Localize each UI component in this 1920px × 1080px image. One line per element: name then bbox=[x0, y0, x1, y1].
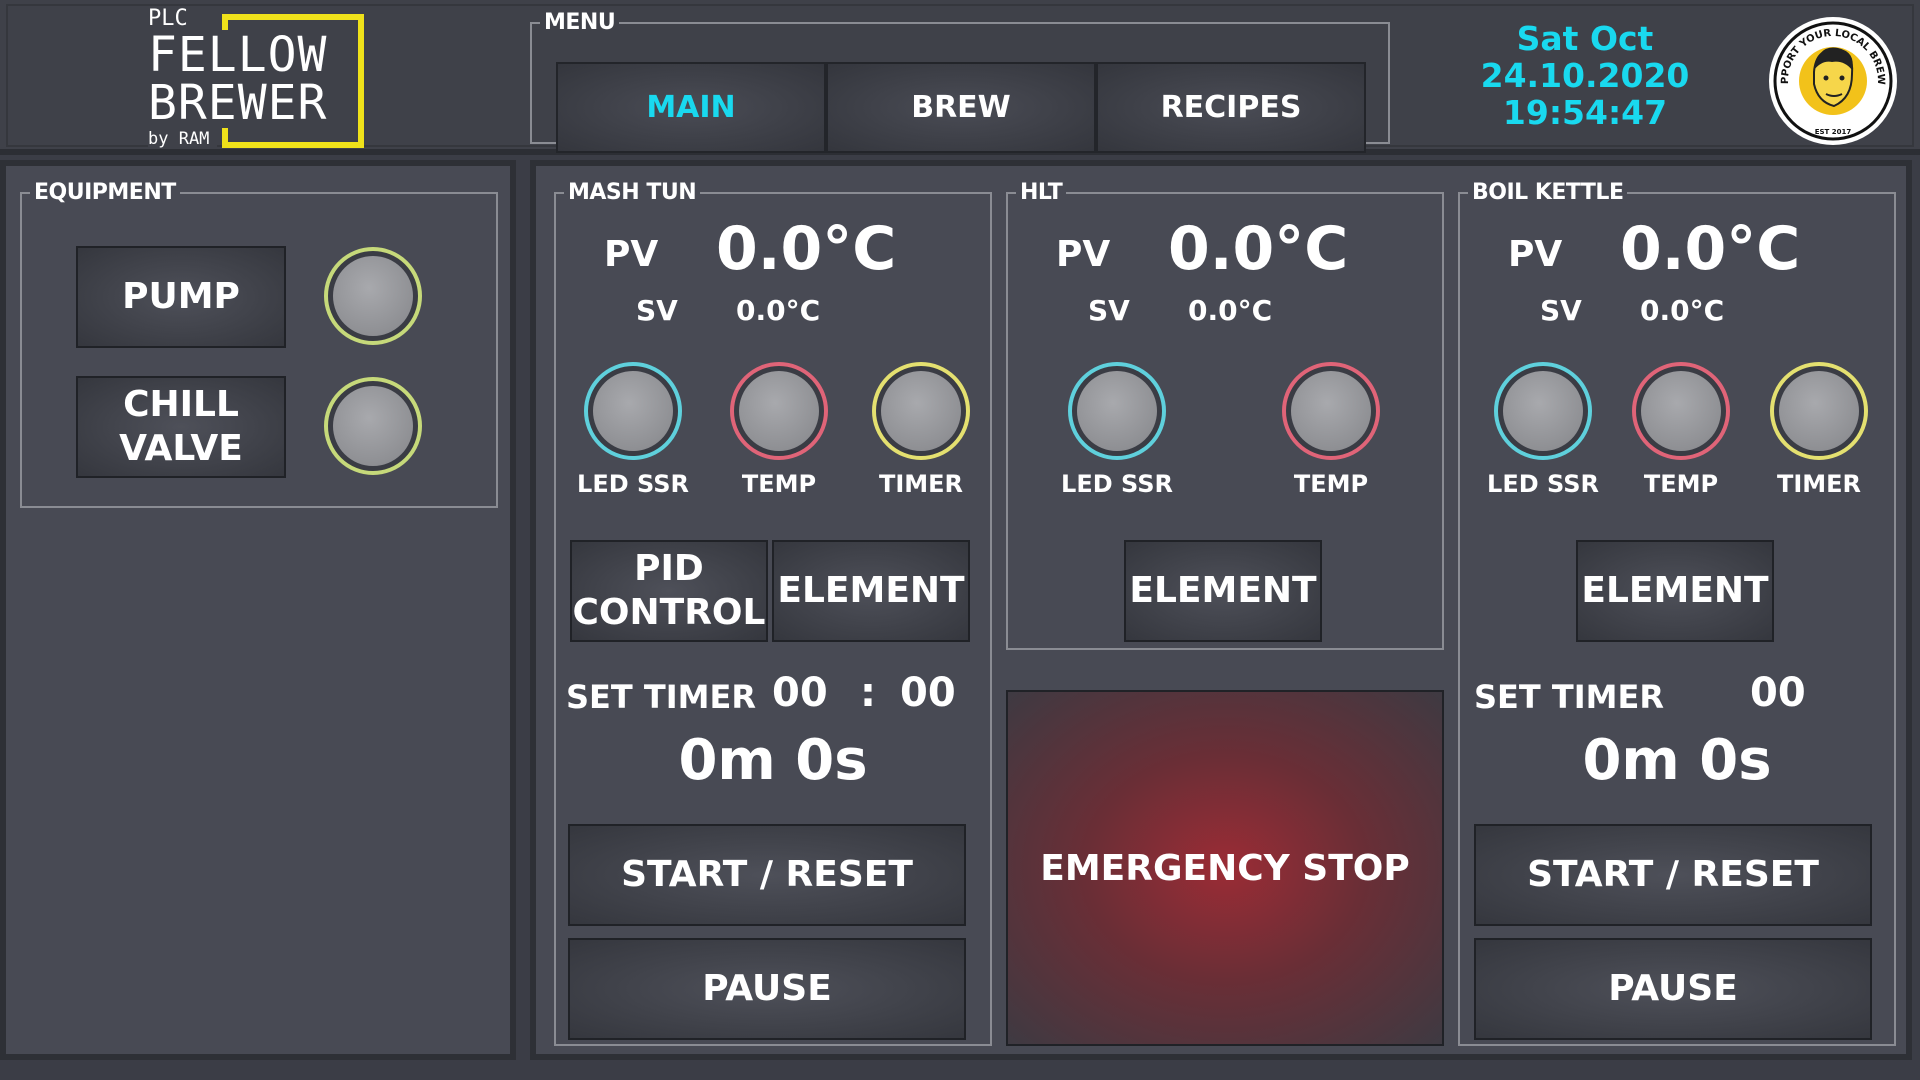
hlt-led-ssr-label: LED SSR bbox=[1061, 470, 1173, 498]
boil-element-button[interactable]: ELEMENT bbox=[1576, 540, 1774, 642]
hlt-pv-label: PV bbox=[1056, 234, 1111, 275]
mash-led-ssr-indicator bbox=[584, 362, 682, 460]
clock-day: Sat Oct bbox=[1516, 19, 1654, 58]
badge-est: EST 2017 bbox=[1815, 128, 1852, 136]
logo-line-brewer: BREWER bbox=[148, 78, 332, 128]
mash-tun-legend: MASH TUN bbox=[564, 180, 701, 206]
tab-brew[interactable]: BREW bbox=[826, 62, 1096, 153]
boil-sv-label: SV bbox=[1540, 294, 1582, 327]
mash-set-timer-label: SET TIMER bbox=[566, 678, 756, 716]
emergency-stop-button[interactable]: EMERGENCY STOP bbox=[1006, 690, 1444, 1046]
hlt-element-button[interactable]: ELEMENT bbox=[1124, 540, 1322, 642]
boil-led-ssr-label: LED SSR bbox=[1487, 470, 1599, 498]
mash-timer-seconds[interactable]: 00 bbox=[900, 670, 956, 716]
hlt-group: HLT PV 0.0°C SV 0.0°C LED SSR TEMP ELEME… bbox=[1006, 180, 1444, 650]
tab-main[interactable]: MAIN bbox=[556, 62, 826, 153]
boil-pv-value: 0.0°C bbox=[1620, 214, 1801, 284]
boil-temp-indicator bbox=[1632, 362, 1730, 460]
mash-element-button[interactable]: ELEMENT bbox=[772, 540, 970, 642]
boil-timer-label: TIMER bbox=[1776, 470, 1862, 498]
mash-temp-indicator bbox=[730, 362, 828, 460]
clock-time: 19:54:47 bbox=[1502, 93, 1668, 132]
boil-pv-label: PV bbox=[1508, 234, 1563, 275]
boil-timer-indicator bbox=[1770, 362, 1868, 460]
tab-main-label: MAIN bbox=[646, 90, 736, 125]
tab-recipes-label: RECIPES bbox=[1160, 90, 1302, 125]
boil-start-reset-label: START / RESET bbox=[1527, 854, 1819, 895]
boil-pause-label: PAUSE bbox=[1608, 968, 1738, 1009]
boil-start-reset-button[interactable]: START / RESET bbox=[1474, 824, 1872, 926]
logo-line-fellow: FELLOW bbox=[148, 30, 332, 80]
chill-valve-button[interactable]: CHILL VALVE bbox=[76, 376, 286, 478]
hlt-sv-label: SV bbox=[1088, 294, 1130, 327]
boil-temp-label: TEMP bbox=[1643, 470, 1719, 498]
brewer-badge-logo: SUPPORT YOUR LOCAL BREWER EST 2017 bbox=[1762, 6, 1900, 148]
mash-pid-control-button[interactable]: PID CONTROL bbox=[570, 540, 768, 642]
app-logo: PLC FELLOW BREWER by RAM bbox=[140, 4, 370, 149]
mash-pv-label: PV bbox=[604, 234, 659, 275]
pump-button[interactable]: PUMP bbox=[76, 246, 286, 348]
equipment-group: EQUIPMENT PUMP CHILL VALVE bbox=[20, 180, 498, 508]
hlt-legend: HLT bbox=[1016, 180, 1067, 206]
menu-group: MENU MAIN BREW RECIPES bbox=[530, 10, 1390, 153]
chill-valve-button-label: CHILL VALVE bbox=[119, 384, 243, 469]
mash-pause-label: PAUSE bbox=[702, 968, 832, 1009]
boil-elapsed-time: 0m 0s bbox=[1582, 728, 1772, 793]
clock: Sat Oct 24.10.2020 19:54:47 bbox=[1440, 20, 1730, 131]
logo-byline: by RAM bbox=[148, 129, 218, 149]
mash-timer-label: TIMER bbox=[878, 470, 964, 498]
boil-timer-minutes[interactable]: 00 bbox=[1750, 670, 1806, 716]
boil-set-timer-label: SET TIMER bbox=[1474, 678, 1664, 716]
boil-led-ssr-indicator bbox=[1494, 362, 1592, 460]
emergency-stop-label: EMERGENCY STOP bbox=[1040, 847, 1410, 889]
clock-date: 24.10.2020 bbox=[1480, 56, 1690, 95]
boil-pause-button[interactable]: PAUSE bbox=[1474, 938, 1872, 1040]
hlt-sv-value: 0.0°C bbox=[1188, 294, 1273, 327]
pump-button-label: PUMP bbox=[122, 276, 240, 317]
hlt-temp-label: TEMP bbox=[1293, 470, 1369, 498]
mash-tun-group: MASH TUN PV 0.0°C SV 0.0°C LED SSR TEMP … bbox=[554, 180, 992, 1046]
mash-pv-value: 0.0°C bbox=[716, 214, 897, 284]
boil-element-label: ELEMENT bbox=[1581, 570, 1769, 611]
mash-timer-separator: : bbox=[860, 670, 876, 716]
mash-timer-indicator bbox=[872, 362, 970, 460]
mash-led-ssr-label: LED SSR bbox=[577, 470, 689, 498]
mash-start-reset-button[interactable]: START / RESET bbox=[568, 824, 966, 926]
tab-brew-label: BREW bbox=[911, 90, 1011, 125]
mash-timer-minutes[interactable]: 00 bbox=[772, 670, 828, 716]
menu-legend: MENU bbox=[540, 10, 620, 36]
mash-elapsed-time: 0m 0s bbox=[678, 728, 868, 793]
hlt-pv-value: 0.0°C bbox=[1168, 214, 1349, 284]
equipment-legend: EQUIPMENT bbox=[30, 180, 180, 206]
hlt-led-ssr-indicator bbox=[1068, 362, 1166, 460]
mash-temp-label: TEMP bbox=[741, 470, 817, 498]
equipment-panel: EQUIPMENT PUMP CHILL VALVE bbox=[0, 160, 516, 1060]
main-panel: MASH TUN PV 0.0°C SV 0.0°C LED SSR TEMP … bbox=[530, 160, 1912, 1060]
mash-pause-button[interactable]: PAUSE bbox=[568, 938, 966, 1040]
mash-pid-control-label: PID CONTROL bbox=[572, 548, 766, 633]
mash-start-reset-label: START / RESET bbox=[621, 854, 913, 895]
mash-sv-label: SV bbox=[636, 294, 678, 327]
hlt-element-label: ELEMENT bbox=[1129, 570, 1317, 611]
chill-valve-indicator bbox=[324, 377, 422, 475]
pump-indicator bbox=[324, 247, 422, 345]
boil-kettle-group: BOIL KETTLE PV 0.0°C SV 0.0°C LED SSR TE… bbox=[1458, 180, 1896, 1046]
hlt-temp-indicator bbox=[1282, 362, 1380, 460]
boil-kettle-legend: BOIL KETTLE bbox=[1468, 180, 1628, 206]
mash-element-label: ELEMENT bbox=[777, 570, 965, 611]
boil-sv-value: 0.0°C bbox=[1640, 294, 1725, 327]
mash-sv-value: 0.0°C bbox=[736, 294, 821, 327]
tab-recipes[interactable]: RECIPES bbox=[1096, 62, 1366, 153]
